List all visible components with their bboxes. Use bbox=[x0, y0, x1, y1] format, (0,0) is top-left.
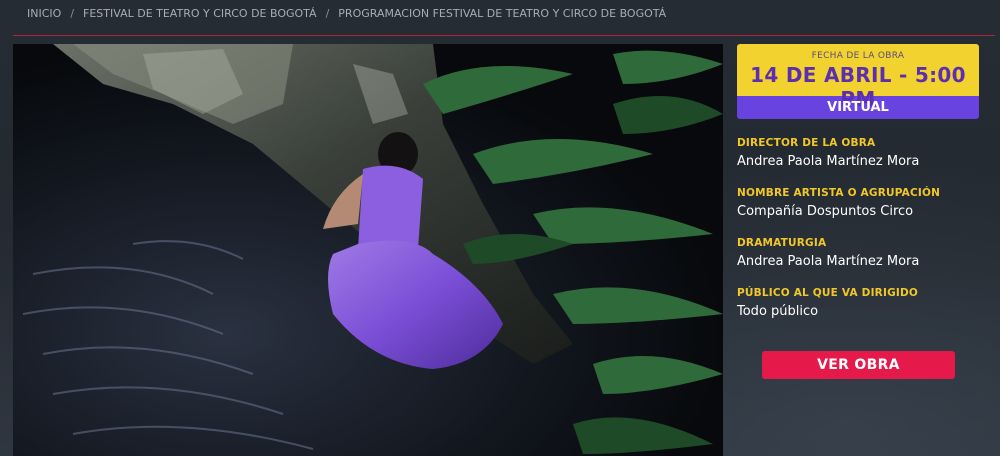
detail-label: NOMBRE ARTISTA O AGRUPACIÓN bbox=[737, 187, 941, 199]
detail-label: DRAMATURGIA bbox=[737, 237, 827, 249]
breadcrumb: INICIO / FESTIVAL DE TEATRO Y CIRCO DE B… bbox=[27, 7, 666, 20]
detail-audience: PÚBLICO AL QUE VA DIRIGIDO Todo público bbox=[737, 287, 979, 319]
detail-director: DIRECTOR DE LA OBRA Andrea Paola Martíne… bbox=[737, 137, 979, 169]
detail-dramaturgy: DRAMATURGIA Andrea Paola Martínez Mora bbox=[737, 237, 979, 269]
hero-image bbox=[13, 44, 723, 456]
event-mode-badge: VIRTUAL bbox=[737, 96, 979, 119]
event-date-box: FECHA DE LA OBRA 14 DE ABRIL - 5:00 PM bbox=[737, 44, 979, 111]
detail-value: Todo público bbox=[737, 304, 819, 319]
event-date-label: FECHA DE LA OBRA bbox=[811, 51, 905, 61]
detail-value: Andrea Paola Martínez Mora bbox=[737, 254, 920, 269]
detail-label: DIRECTOR DE LA OBRA bbox=[737, 137, 876, 149]
event-info-panel: FECHA DE LA OBRA 14 DE ABRIL - 5:00 PM V… bbox=[737, 44, 979, 319]
breadcrumb-item-festival[interactable]: FESTIVAL DE TEATRO Y CIRCO DE BOGOTÁ bbox=[83, 7, 317, 20]
breadcrumb-item-inicio[interactable]: INICIO bbox=[27, 7, 61, 20]
detail-value: Compañía Dospuntos Circo bbox=[737, 204, 914, 219]
ver-obra-button[interactable]: VER OBRA bbox=[762, 351, 955, 379]
breadcrumb-separator: / bbox=[325, 7, 330, 20]
detail-value: Andrea Paola Martínez Mora bbox=[737, 154, 920, 169]
header-divider bbox=[13, 35, 995, 36]
breadcrumb-separator: / bbox=[70, 7, 75, 20]
detail-label: PÚBLICO AL QUE VA DIRIGIDO bbox=[737, 287, 919, 299]
breadcrumb-item-programacion[interactable]: PROGRAMACION FESTIVAL DE TEATRO Y CIRCO … bbox=[338, 7, 666, 20]
detail-artist: NOMBRE ARTISTA O AGRUPACIÓN Compañía Dos… bbox=[737, 187, 979, 219]
